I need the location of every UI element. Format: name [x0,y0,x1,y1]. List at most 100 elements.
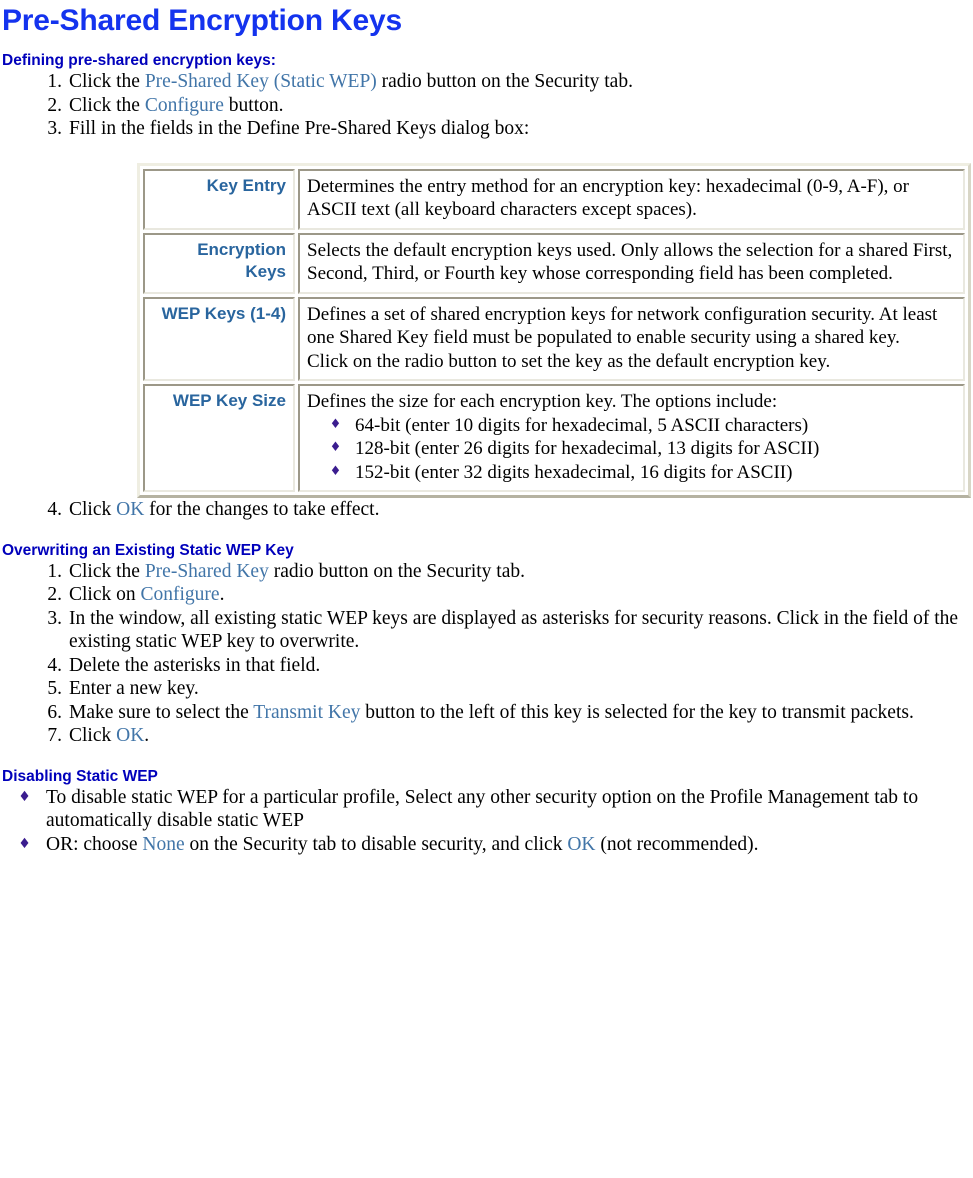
text-run: button to the left of this key is select… [360,701,914,723]
field-label-cell: Encryption Keys [143,232,295,294]
document-page: Pre-Shared Encryption Keys Defining pre-… [0,0,973,1178]
list-item-text: To disable static WEP for a particular p… [46,787,918,832]
list-item: 2. Click on Configure. [0,583,973,607]
text-run: Click on [69,584,141,605]
list-item-number: 2. [47,94,62,116]
field-description-paragraph: Selects the default encryption keys used… [307,239,953,285]
list-item-number: 2. [47,584,62,605]
text-run: . [219,584,225,605]
text-run: Click [69,725,117,746]
ui-term: Transmit Key [253,701,361,723]
list-item: ♦ 64-bit (enter 10 digits for hexadecimal… [307,414,956,438]
list-item: 1. Click the Pre-Shared Key radio button … [0,560,973,584]
fields-table-container: Key Entry Determines the entry method for… [137,162,971,498]
table-row: WEP Key Size Defines the size for each en… [143,384,965,492]
list-item-number: 5. [47,678,62,699]
field-description-paragraph: Determines the entry method for an encry… [307,175,909,221]
list-item: ♦ OR: choose None on the Security tab to … [0,833,973,857]
fields-table: Key Entry Determines the entry method for… [140,165,968,495]
list-item-text: Click on Configure. [69,583,973,607]
field-description-paragraph: Defines the size for each encryption key… [307,391,778,412]
list-item-text: Click OK for the changes to take effect. [69,498,973,522]
ui-term: None [142,833,185,855]
field-description-cell: Selects the default encryption keys used… [298,232,965,294]
list-item-text: 64-bit (enter 10 digits for hexadecimal,… [355,414,809,436]
list-item-text: Click the Pre-Shared Key (Static WEP) ra… [69,70,973,94]
list-item-text: Click OK. [69,724,973,748]
diamond-bullet-icon: ♦ [18,835,31,852]
ui-term: Pre-Shared Key [144,560,269,582]
list-item: ♦ 152-bit (enter 32 digits hexadecimal, 1… [307,461,956,485]
list-item: 4. Delete the asterisks in that field. [0,654,973,678]
section-heading-disabling: Disabling Static WEP [2,767,158,785]
list-item-number: 6. [47,701,62,723]
diamond-bullet-icon: ♦ [18,788,31,805]
ui-term: Configure [144,94,224,116]
list-item-text: In the window, all existing static WEP k… [69,607,973,654]
text-run: To disable static WEP for a particular p… [46,786,919,832]
list-item-text: Enter a new key. [69,677,973,701]
section-heading-overwriting: Overwriting an Existing Static WEP Key [2,541,294,559]
table-row: Encryption Keys Selects the default encry… [143,232,965,294]
text-run: Click the [69,94,145,116]
text-run: for the changes to take effect. [144,499,380,520]
page-title: Pre-Shared Encryption Keys [2,4,402,37]
steps-list-defining: 1. Click the Pre-Shared Key (Static WEP) … [0,70,973,141]
text-run: button. [223,94,284,116]
list-item-text: 128-bit (enter 26 digits for hexadecimal… [355,438,820,459]
list-item-text: Fill in the fields in the Define Pre-Sha… [69,117,973,141]
list-item-text: Make sure to select the Transmit Key but… [69,701,973,725]
field-description-cell: Defines a set of shared encryption keys … [298,296,965,381]
text-run: radio button on the Security tab. [376,71,633,92]
text-run: Enter a new key. [69,678,199,699]
list-item: 3. Fill in the fields in the Define Pre-S… [0,117,973,141]
field-label-cell: WEP Key Size [143,384,295,492]
steps-list-overwriting: 1. Click the Pre-Shared Key radio button … [0,560,973,748]
list-item: 6. Make sure to select the Transmit Key b… [0,701,973,725]
diamond-bullet-icon: ♦ [329,416,342,432]
list-item: 5. Enter a new key. [0,677,973,701]
list-item: ♦ 128-bit (enter 26 digits for hexadecima… [307,437,956,461]
field-description-paragraph: Defines a set of shared encryption keys … [307,303,938,349]
list-item: 3. In the window, all existing static WEP… [0,607,973,654]
list-item-number: 3. [47,118,62,139]
text-run: In the window, all existing static WEP k… [69,607,959,653]
text-run: Click the [69,560,145,582]
text-run: on the Security tab to disable security,… [184,833,568,855]
list-item-text: Delete the asterisks in that field. [69,654,973,678]
list-item: 4. Click OK for the changes to take effec… [0,498,973,522]
text-run: Make sure to select the [69,701,254,723]
list-item: 1. Click the Pre-Shared Key (Static WEP) … [0,70,973,94]
text-run: radio button on the Security tab. [268,560,525,582]
text-run: (not recommended). [595,833,759,855]
diamond-bullet-icon: ♦ [329,440,342,455]
list-item-text: 152-bit (enter 32 digits hexadecimal, 16… [355,461,793,483]
list-item-number: 4. [47,654,62,676]
field-description-cell: Determines the entry method for an encry… [298,168,965,230]
list-item-number: 4. [47,499,62,520]
text-run: Delete the asterisks in that field. [69,654,321,676]
list-item: 7. Click OK. [0,724,973,748]
field-label-cell: Key Entry [143,168,295,230]
table-row: WEP Keys (1-4) Defines a set of shared en… [143,296,965,381]
ui-term: OK [116,725,145,746]
text-run: Fill in the fields in the Define Pre-Sha… [69,118,530,139]
ui-term: OK [567,833,596,855]
list-item: ♦ To disable static WEP for a particular … [0,786,973,833]
text-run: OR: choose [46,833,143,855]
text-run: Click the [69,71,145,92]
steps-list-defining-final: 4. Click OK for the changes to take effec… [0,498,973,522]
field-label-cell: WEP Keys (1-4) [143,296,295,381]
table-row: Key Entry Determines the entry method for… [143,168,965,230]
list-item-number: 7. [47,725,62,746]
field-description-cell: Defines the size for each encryption key… [298,384,965,492]
list-item-text: Click the Pre-Shared Key radio button on… [69,560,973,584]
list-item: 2. Click the Configure button. [0,94,973,118]
field-description-bullets: ♦ 64-bit (enter 10 digits for hexadecimal… [307,414,956,485]
list-item-text: OR: choose None on the Security tab to d… [46,834,758,855]
list-item-number: 1. [47,71,62,92]
list-item-number: 3. [47,607,62,629]
diamond-bullet-icon: ♦ [329,463,342,479]
field-description-paragraph: Click on the radio button to set the key… [307,350,831,372]
ui-term: OK [116,499,145,520]
